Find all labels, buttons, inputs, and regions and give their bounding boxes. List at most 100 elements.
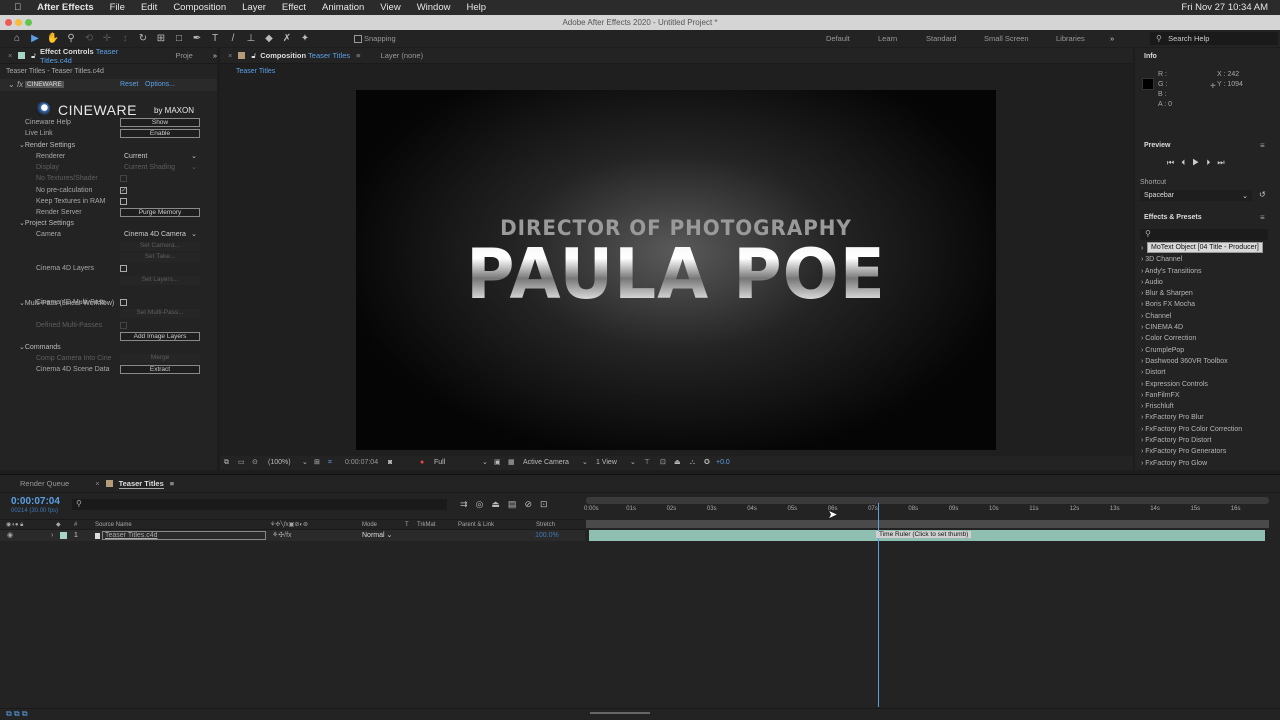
draft-3d-icon[interactable]: ◎ <box>476 499 492 509</box>
tab-composition[interactable]: Composition Teaser Titles <box>260 51 350 60</box>
transparency-grid-icon[interactable]: ▦ <box>508 456 515 470</box>
blend-mode-dropdown[interactable]: Normal ⌄ <box>362 530 392 541</box>
dolly-tool-icon[interactable]: ↕ <box>118 33 132 45</box>
panel-menu-icon[interactable]: ≡ <box>1260 213 1265 222</box>
roto-brush-icon[interactable]: ✗ <box>280 33 294 45</box>
motion-blur-icon[interactable]: ⊘ <box>524 499 540 509</box>
camera-dropdown[interactable]: Active Camera <box>523 456 569 470</box>
tab-project[interactable]: Proje <box>175 51 193 60</box>
panel-menu-icon[interactable]: ≡ <box>170 479 174 488</box>
menu-help[interactable]: Help <box>466 2 486 13</box>
property-dropdown[interactable]: Current Shading ⌄ <box>120 163 200 172</box>
orbit-tool-icon[interactable]: ⟲ <box>82 33 96 45</box>
rectangle-tool-icon[interactable]: □ <box>172 33 186 45</box>
panel-menu-icon[interactable]: ≡ <box>1260 141 1265 150</box>
exposure-value[interactable]: +0.0 <box>716 456 730 470</box>
toggle-switches-icon[interactable]: ⧉ ⧉ ⧉ <box>6 709 28 719</box>
rotate-tool-icon[interactable]: ↻ <box>136 33 150 45</box>
workspace-libraries[interactable]: Libraries <box>1056 34 1085 43</box>
effects-search-input[interactable]: ⚲ <box>1140 229 1268 240</box>
menu-view[interactable]: View <box>380 2 400 13</box>
menu-effect[interactable]: Effect <box>282 2 306 13</box>
workspace-small-screen[interactable]: Small Screen <box>984 34 1029 43</box>
effect-category[interactable]: › CINEMA 4D <box>1135 322 1280 333</box>
eraser-tool-icon[interactable]: ◆ <box>262 33 276 45</box>
shy-icon[interactable]: ⏏ <box>491 499 508 509</box>
workspace-standard[interactable]: Standard <box>926 34 956 43</box>
expand-chevron-icon[interactable]: › <box>51 530 53 541</box>
hand-tool-icon[interactable]: ✋ <box>46 33 60 45</box>
effect-category[interactable]: › FxFactory Pro Generators <box>1135 446 1280 457</box>
effect-category[interactable]: › Channel <box>1135 311 1280 322</box>
flowchart-icon[interactable]: ⛬ <box>690 456 695 470</box>
effect-category[interactable]: › Boris FX Mocha <box>1135 299 1280 310</box>
effect-category[interactable]: › Distort <box>1135 367 1280 378</box>
layer-name[interactable]: Teaser Titles.c4d <box>102 531 266 540</box>
more-tabs-icon[interactable]: » <box>213 51 217 60</box>
lock-icon[interactable]: 🔓︎ <box>251 51 256 61</box>
effect-category[interactable]: › Blur & Sharpen <box>1135 288 1280 299</box>
property-checkbox[interactable] <box>120 265 127 273</box>
effect-category[interactable]: › Audio <box>1135 277 1280 288</box>
search-help-input[interactable]: ⚲ Search Help <box>1150 32 1278 45</box>
more-workspaces-icon[interactable]: » <box>1110 34 1114 43</box>
effect-category[interactable]: › Dashwood 360VR Toolbox <box>1135 356 1280 367</box>
close-tab-icon[interactable]: × <box>8 51 12 60</box>
close-window-button[interactable] <box>5 19 12 26</box>
composition-mini-flowchart-icon[interactable]: ⇉ <box>460 499 476 509</box>
monitor-icon[interactable]: ▭ <box>238 456 245 470</box>
reset-link[interactable]: Reset <box>120 81 138 88</box>
property-checkbox[interactable] <box>120 197 127 205</box>
grid-icon[interactable]: ⊞ <box>314 456 320 470</box>
property-button[interactable]: Purge Memory <box>120 208 200 218</box>
first-frame-icon[interactable]: ⏮ <box>1167 158 1181 167</box>
property-button[interactable]: Show <box>120 118 200 127</box>
property-button[interactable]: Extract <box>120 365 200 375</box>
menu-layer[interactable]: Layer <box>242 2 266 13</box>
time-navigator[interactable] <box>586 497 1269 504</box>
frame-blending-icon[interactable]: ▤ <box>508 499 525 509</box>
column-source-name[interactable]: Source Name <box>95 520 132 530</box>
minimize-window-button[interactable] <box>15 19 22 26</box>
menu-window[interactable]: Window <box>417 2 451 13</box>
timeline-icon[interactable]: ⊡ <box>660 456 666 470</box>
home-icon[interactable]: ⌂ <box>10 33 24 45</box>
effect-category[interactable]: › FxFactory Pro Distort <box>1135 435 1280 446</box>
tab-teaser-titles[interactable]: Teaser Titles <box>118 479 164 489</box>
zoom-window-button[interactable] <box>25 19 32 26</box>
zoom-tool-icon[interactable]: ⚲ <box>64 33 78 45</box>
property-dropdown[interactable]: Current ⌄ <box>120 152 200 161</box>
pan-tool-icon[interactable]: ✛ <box>100 33 114 45</box>
effect-category[interactable]: › FxFactory Pro Blur <box>1135 412 1280 423</box>
shortcut-dropdown[interactable]: Spacebar ⌄ <box>1140 190 1252 201</box>
snapping-checkbox[interactable] <box>354 34 362 43</box>
property-checkbox[interactable]: ✓ <box>120 186 127 194</box>
play-icon[interactable]: ▶ <box>1192 158 1206 167</box>
property-checkbox[interactable] <box>120 298 127 306</box>
workspace-learn[interactable]: Learn <box>878 34 897 43</box>
section-toggle[interactable]: ⌄Render Settings <box>19 140 75 151</box>
next-frame-icon[interactable]: ⏵ <box>1206 158 1217 167</box>
region-of-interest-icon[interactable]: ⌗ <box>328 456 332 470</box>
close-tab-icon[interactable]: × <box>228 51 232 60</box>
property-dropdown[interactable]: Cinema 4D Camera ⌄ <box>120 230 200 239</box>
tab-render-queue[interactable]: Render Queue <box>20 479 69 488</box>
tab-layer[interactable]: Layer (none) <box>381 51 424 60</box>
effect-category[interactable]: › CrumplePop <box>1135 345 1280 356</box>
resolution-dropdown[interactable]: Full <box>434 456 445 470</box>
selection-tool-icon[interactable]: ▶ <box>28 33 42 45</box>
effect-category[interactable]: › Color Correction <box>1135 333 1280 344</box>
last-frame-icon[interactable]: ⏭ <box>1217 158 1231 167</box>
section-toggle[interactable]: ⌄Project Settings <box>19 218 74 229</box>
brush-tool-icon[interactable]: / <box>226 33 240 45</box>
property-button[interactable]: Add Image Layers <box>120 331 200 341</box>
close-tab-icon[interactable]: × <box>95 479 99 488</box>
apple-icon[interactable]:  <box>14 2 21 13</box>
previous-frame-icon[interactable]: ⏴ <box>1181 158 1192 167</box>
menu-app[interactable]: After Effects <box>37 2 94 13</box>
current-time[interactable]: 0:00:07:04 <box>345 456 378 470</box>
layer-search-input[interactable]: ⚲ <box>72 499 447 510</box>
type-tool-icon[interactable]: T <box>208 33 222 45</box>
mask-visibility-icon[interactable]: ⊙ <box>252 456 258 470</box>
effect-category[interactable]: › Expression Controls <box>1135 379 1280 390</box>
